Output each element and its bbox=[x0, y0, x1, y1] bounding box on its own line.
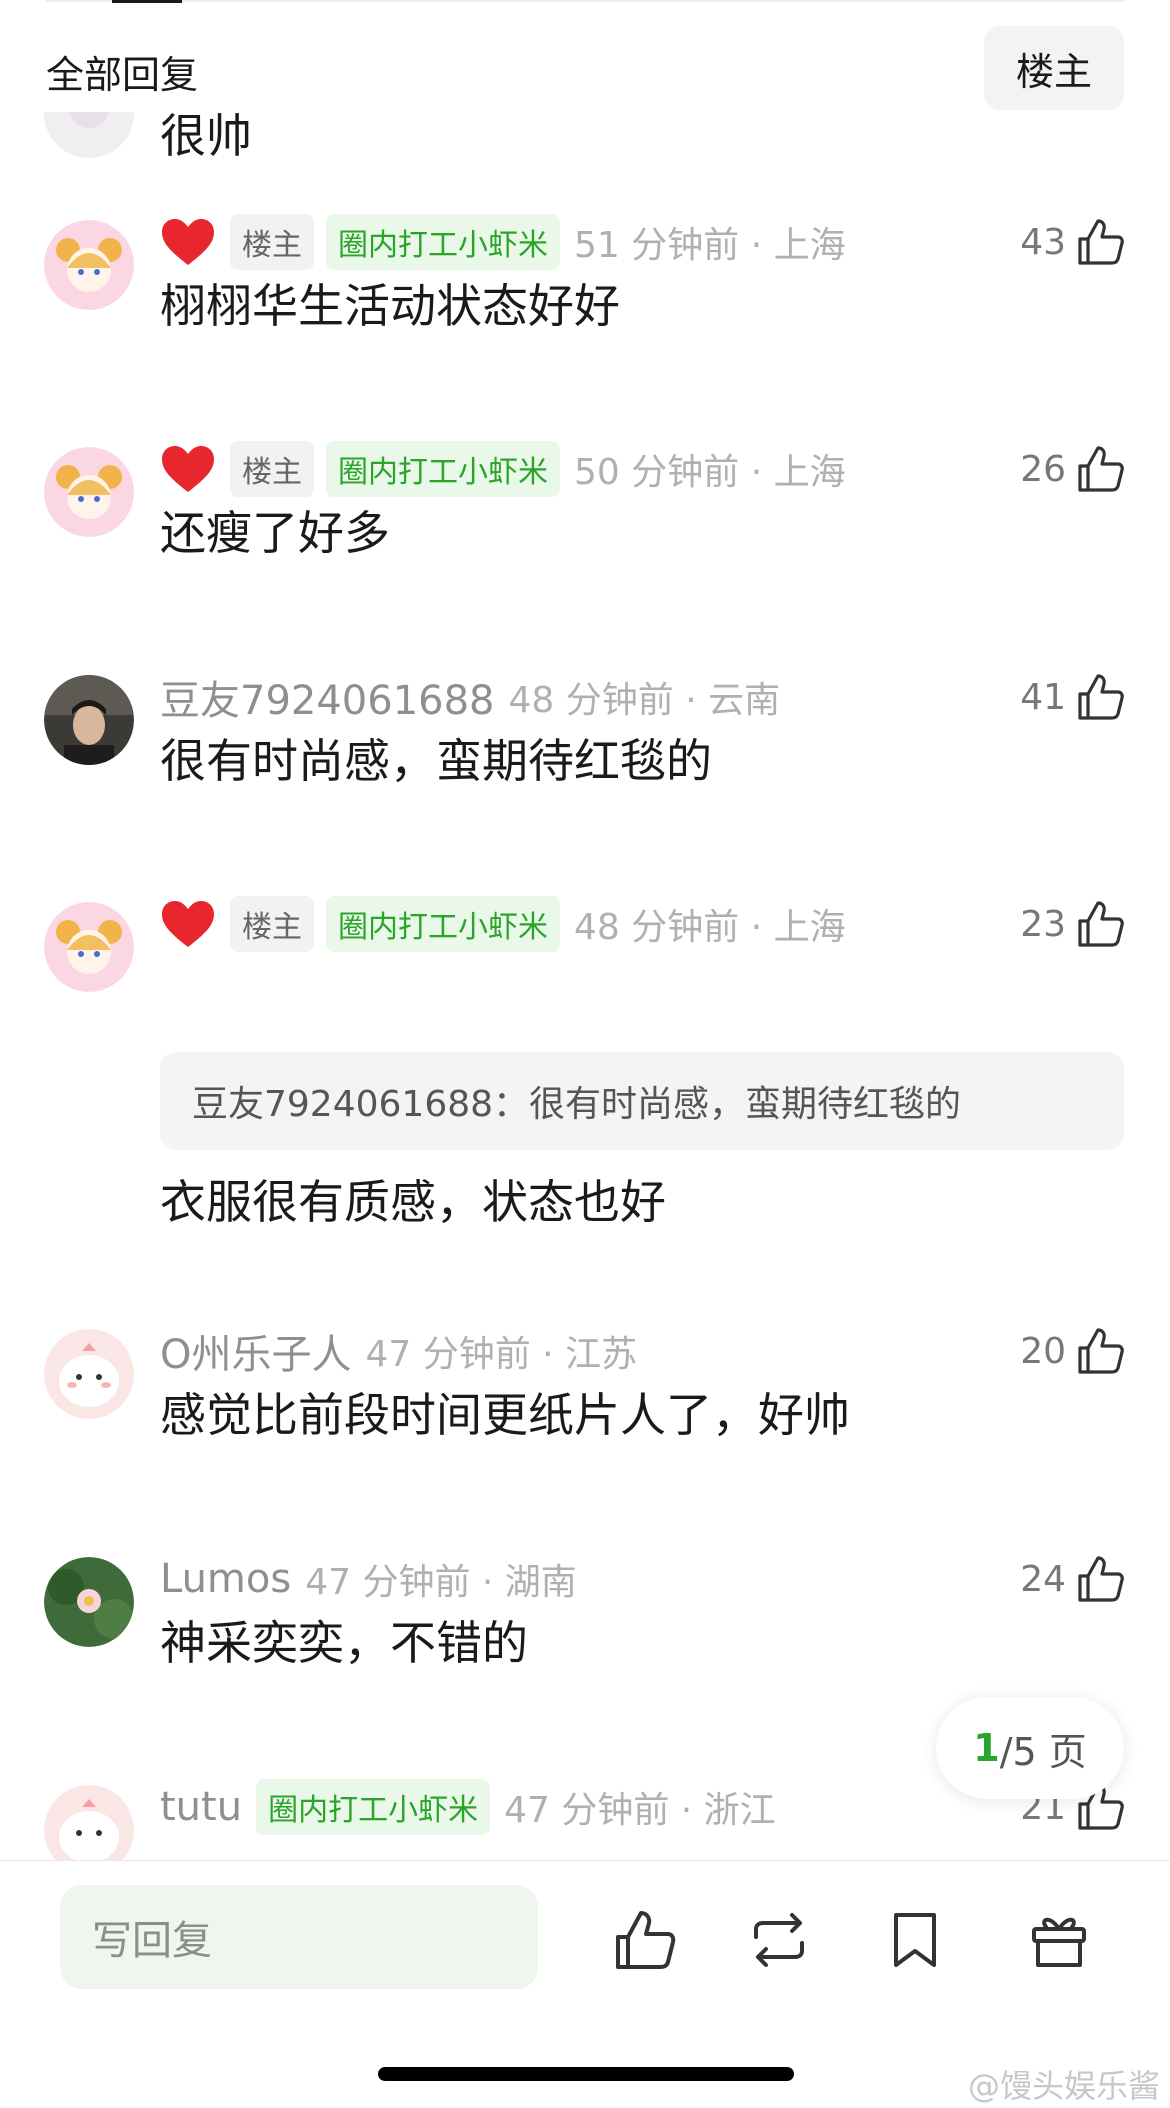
avatar[interactable] bbox=[44, 1329, 134, 1419]
comment-meta: tutu 圈内打工小虾米 47 分钟前 · 浙江 bbox=[160, 1777, 776, 1837]
comment-time-location: 47 分钟前 · 湖南 bbox=[305, 1562, 577, 1603]
comment-time-location: 51 分钟前 · 上海 bbox=[574, 225, 846, 266]
username[interactable]: 豆友7924061688 bbox=[160, 668, 495, 726]
heart-icon bbox=[162, 901, 214, 947]
gift-icon[interactable] bbox=[1026, 1907, 1092, 1973]
group-badge[interactable]: 圈内打工小虾米 bbox=[326, 441, 560, 497]
thumbs-up-icon bbox=[1078, 219, 1124, 265]
comment-meta: 楼主 圈内打工小虾米 51 分钟前 · 上海 bbox=[160, 212, 846, 272]
comment-time-location: 47 分钟前 · 江苏 bbox=[365, 1334, 638, 1375]
owner-badge: 楼主 bbox=[230, 441, 314, 497]
divider bbox=[46, 0, 1124, 2]
username[interactable]: tutu bbox=[160, 1784, 242, 1830]
avatar[interactable] bbox=[44, 1785, 134, 1860]
page-title: 全部回复 bbox=[46, 53, 199, 97]
comment-time-location: 48 分钟前 · 云南 bbox=[508, 680, 781, 721]
comment-meta: O州乐子人 47 分钟前 · 江苏 bbox=[160, 1321, 637, 1381]
like-button[interactable]: 20 bbox=[1020, 1323, 1126, 1379]
watermark: @馒头娱乐酱 bbox=[967, 2067, 1160, 2105]
heart-icon bbox=[162, 446, 214, 492]
like-count: 43 bbox=[1020, 221, 1066, 263]
comment-text: 栩栩华生活动状态好好 bbox=[160, 279, 620, 333]
avatar[interactable] bbox=[44, 1557, 134, 1647]
comment-meta: Lumos 47 分钟前 · 湖南 bbox=[160, 1549, 577, 1609]
thumbs-up-icon bbox=[1078, 1328, 1124, 1374]
thumbs-up-icon bbox=[1078, 446, 1124, 492]
owner-badge: 楼主 bbox=[230, 214, 314, 270]
like-count: 24 bbox=[1020, 1558, 1066, 1600]
comment-time-location: 48 分钟前 · 上海 bbox=[574, 907, 846, 948]
comment-text: 很有时尚感，蛮期待红毯的 bbox=[160, 734, 712, 788]
owner-badge: 楼主 bbox=[230, 896, 314, 952]
comment-meta: 楼主 圈内打工小虾米 50 分钟前 · 上海 bbox=[160, 439, 846, 499]
like-button[interactable]: 23 bbox=[1020, 896, 1126, 952]
username[interactable]: O州乐子人 bbox=[160, 1322, 351, 1380]
comment-text: 感觉比前段时间更纸片人了，好帅 bbox=[160, 1388, 850, 1442]
like-count: 26 bbox=[1020, 448, 1066, 490]
bottom-action-bar: 写回复 @馒头娱乐酱 bbox=[0, 1860, 1170, 2108]
like-icon[interactable] bbox=[612, 1907, 678, 1973]
group-badge[interactable]: 圈内打工小虾米 bbox=[326, 896, 560, 952]
thumbs-up-icon bbox=[1078, 1556, 1124, 1602]
comment-text: 神采奕奕，不错的 bbox=[160, 1616, 528, 1670]
like-count: 41 bbox=[1020, 676, 1066, 718]
comment-text: 还瘦了好多 bbox=[160, 506, 390, 560]
thumbs-up-icon bbox=[1078, 674, 1124, 720]
page-indicator[interactable]: 1/5 页 bbox=[936, 1697, 1124, 1799]
repost-icon[interactable] bbox=[746, 1907, 812, 1973]
comment-meta: 豆友7924061688 48 分钟前 · 云南 bbox=[160, 667, 780, 727]
avatar[interactable] bbox=[44, 220, 134, 310]
total-pages: /5 页 bbox=[999, 1729, 1087, 1774]
comment-text: 衣服很有质感，状态也好 bbox=[160, 1175, 666, 1229]
thumbs-up-icon bbox=[1078, 901, 1124, 947]
like-count: 20 bbox=[1020, 1330, 1066, 1372]
reply-input[interactable]: 写回复 bbox=[60, 1885, 538, 1989]
heart-icon bbox=[162, 219, 214, 265]
owner-only-filter-button[interactable]: 楼主 bbox=[984, 26, 1124, 110]
avatar[interactable] bbox=[44, 675, 134, 765]
comments-header: 全部回复 楼主 bbox=[0, 0, 1170, 112]
like-count: 23 bbox=[1020, 903, 1066, 945]
like-button[interactable]: 43 bbox=[1020, 214, 1126, 270]
like-button[interactable]: 41 bbox=[1020, 669, 1126, 725]
group-badge[interactable]: 圈内打工小虾米 bbox=[326, 214, 560, 270]
home-indicator[interactable] bbox=[378, 2067, 794, 2081]
avatar[interactable] bbox=[44, 902, 134, 992]
current-page: 1 bbox=[973, 1726, 1000, 1770]
comment-time-location: 47 分钟前 · 浙江 bbox=[504, 1790, 776, 1831]
comment-meta: 楼主 圈内打工小虾米 48 分钟前 · 上海 bbox=[160, 894, 846, 954]
like-button[interactable]: 26 bbox=[1020, 441, 1126, 497]
comment-list: 很帅 楼主 圈内打工小虾米 51 分钟前 · 上海 43 栩栩华生活动状态好好 … bbox=[0, 0, 1170, 1860]
bookmark-icon[interactable] bbox=[882, 1907, 948, 1973]
like-button[interactable]: 24 bbox=[1020, 1551, 1126, 1607]
quoted-reply[interactable]: 豆友7924061688：很有时尚感，蛮期待红毯的 bbox=[160, 1052, 1124, 1150]
comment-time-location: 50 分钟前 · 上海 bbox=[574, 452, 846, 493]
avatar[interactable] bbox=[44, 447, 134, 537]
username[interactable]: Lumos bbox=[160, 1556, 291, 1602]
active-tab-indicator bbox=[112, 0, 182, 3]
group-badge[interactable]: 圈内打工小虾米 bbox=[256, 1779, 491, 1835]
